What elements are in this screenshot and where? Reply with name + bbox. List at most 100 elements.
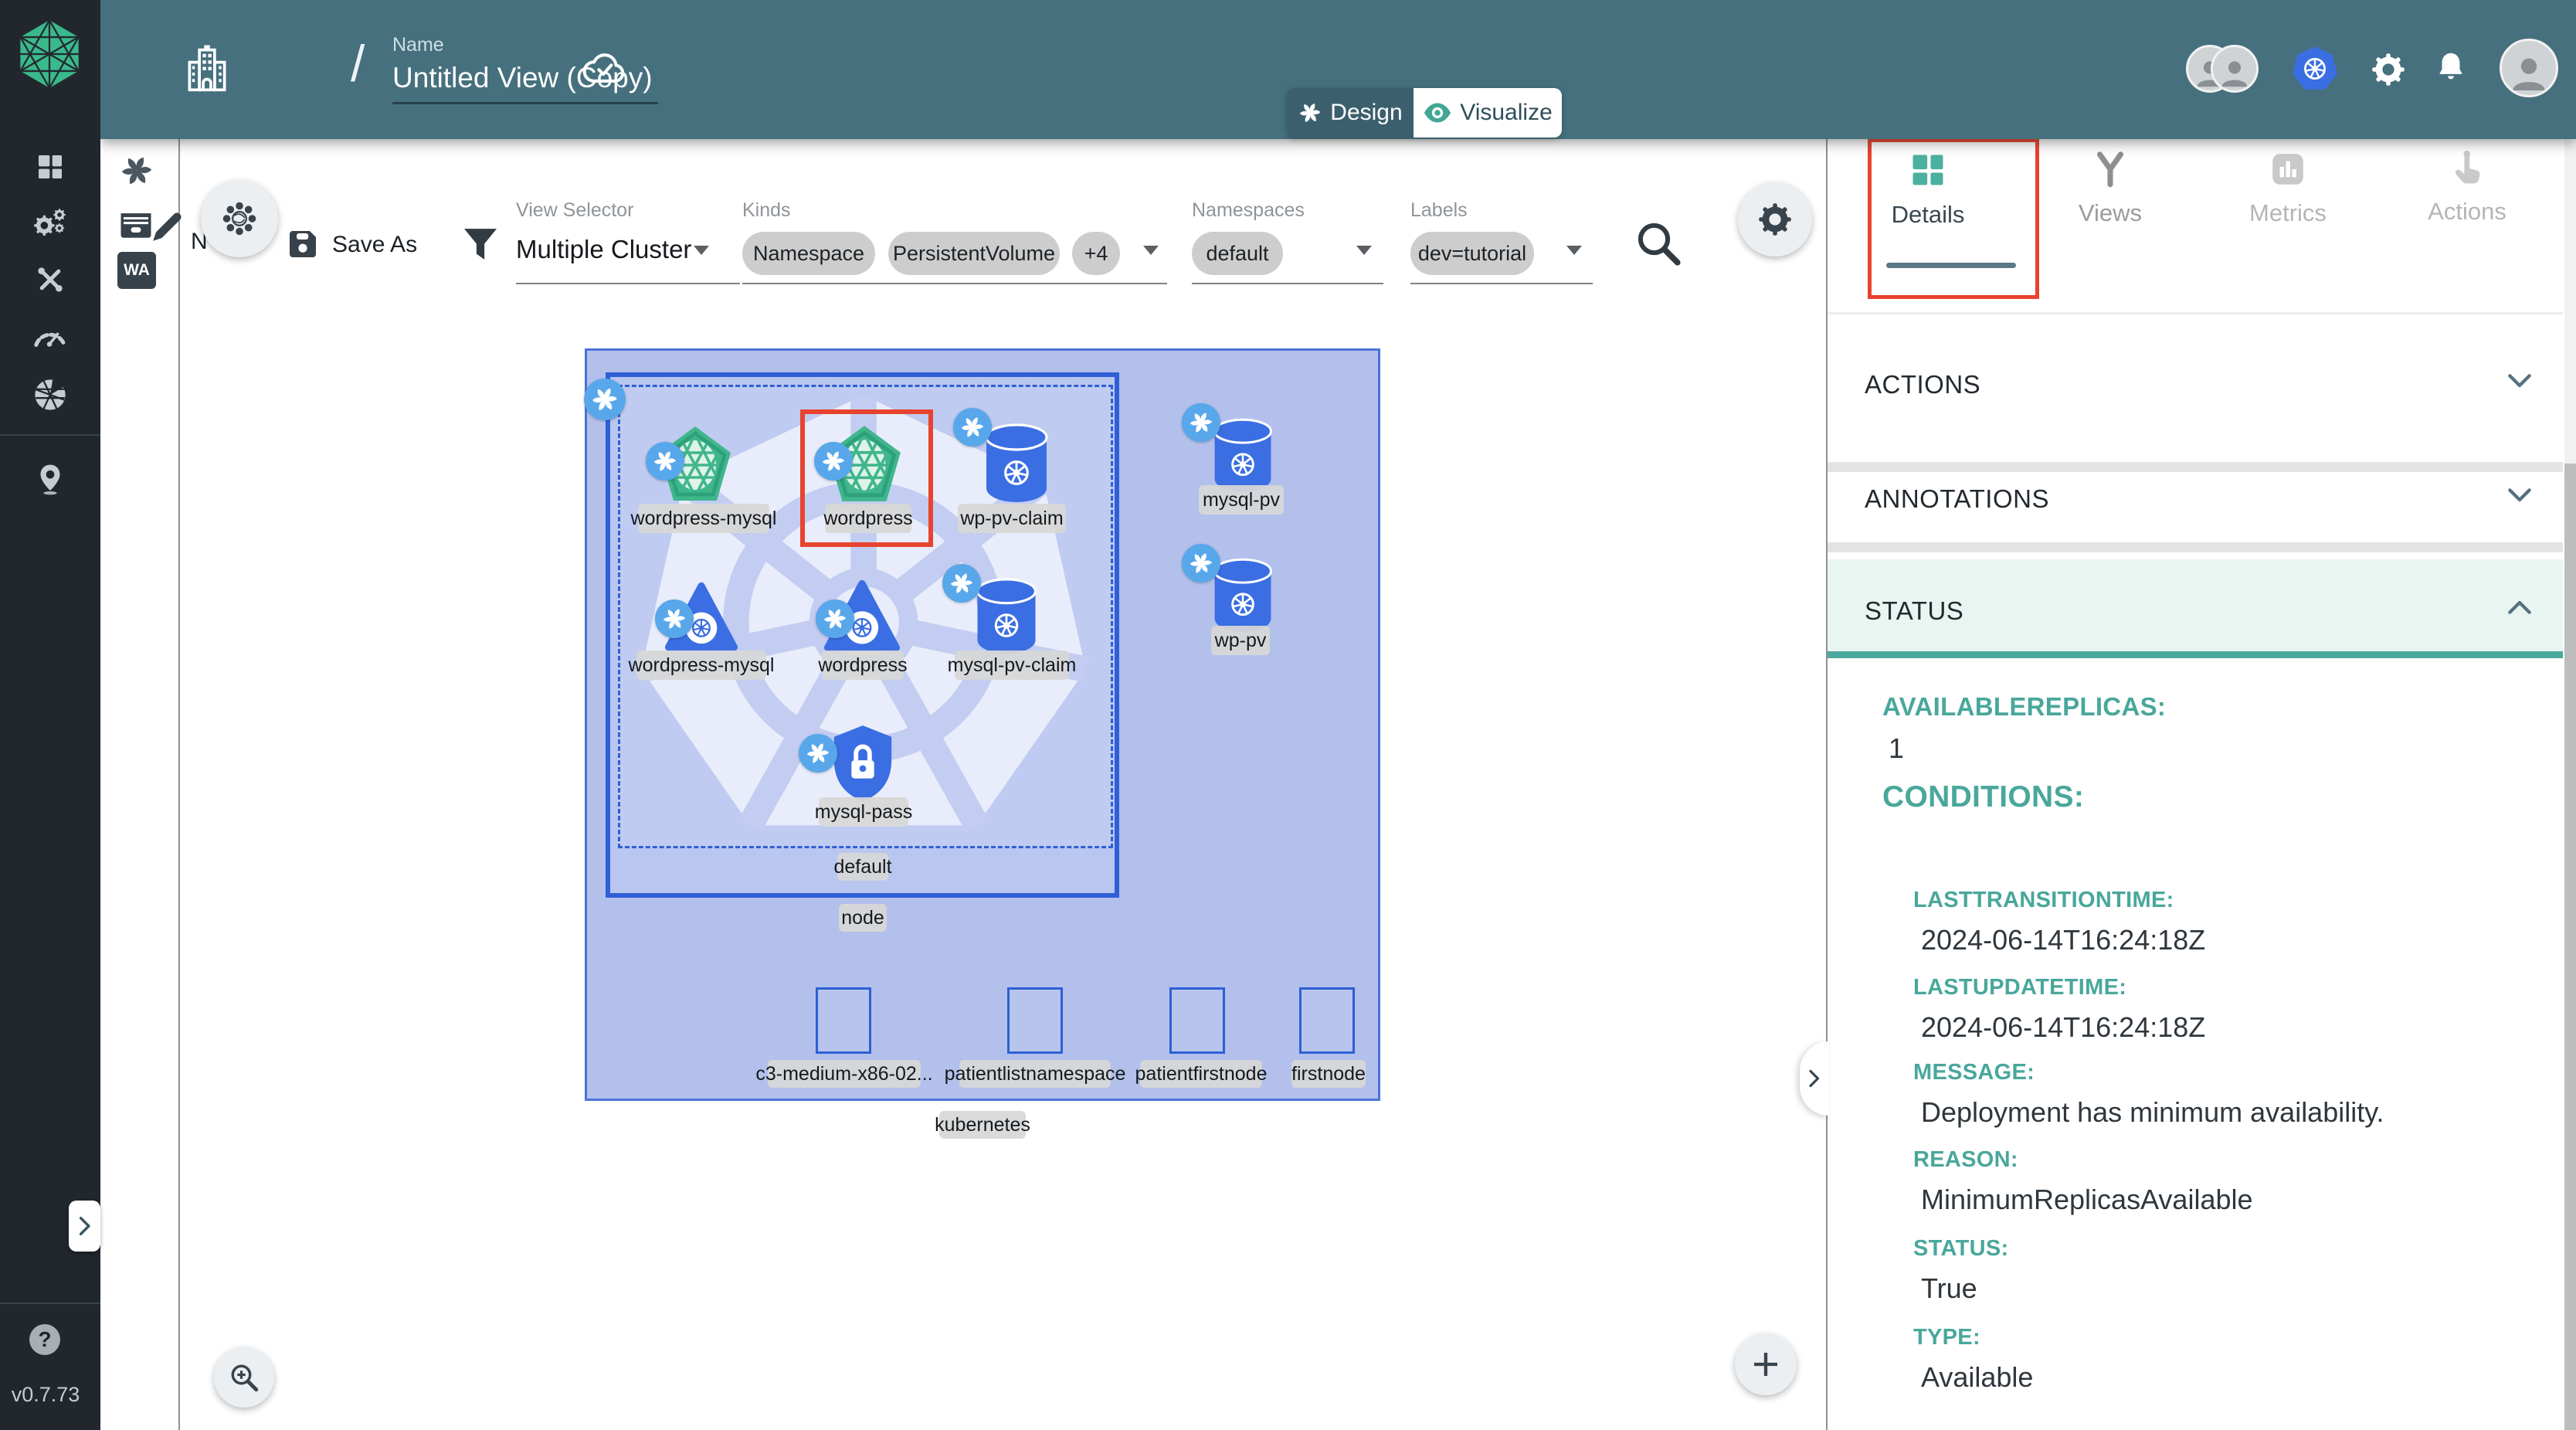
search-icon[interactable]: [1633, 218, 1684, 269]
user-avatar[interactable]: [2500, 39, 2558, 97]
node-label[interactable]: mysql-pv-claim: [955, 650, 1069, 680]
meshery-logo-icon[interactable]: [17, 19, 82, 90]
sidebar-expand-button[interactable]: [69, 1201, 100, 1252]
tab-actions[interactable]: Actions: [2390, 150, 2544, 226]
node-label[interactable]: mysql-pv: [1199, 485, 1284, 515]
name-field-label: Name: [392, 34, 444, 56]
pv-mysql-pv-icon[interactable]: [1210, 417, 1276, 494]
host-square[interactable]: [1299, 987, 1355, 1054]
tab-details[interactable]: Details: [1851, 150, 2005, 229]
view-selector-underline: [516, 283, 740, 284]
add-node-button[interactable]: [1735, 1333, 1797, 1395]
view-selector-label: View Selector: [516, 199, 633, 222]
node-label[interactable]: wordpress-mysql: [636, 650, 766, 680]
section-divider: [1828, 542, 2563, 552]
host-label[interactable]: patientlistnamespace: [959, 1060, 1111, 1088]
kind-chip-namespace[interactable]: Namespace: [742, 232, 875, 275]
actions-flower-button[interactable]: [201, 180, 278, 257]
node-label[interactable]: wordpress-mysql: [638, 504, 769, 533]
sidebar-divider: [0, 434, 100, 436]
secret-mysql-pass-icon[interactable]: [828, 722, 898, 805]
design-label: Design: [1330, 100, 1402, 126]
wasm-filter-icon[interactable]: WA: [117, 252, 156, 289]
save-as-button[interactable]: Save As: [332, 232, 417, 258]
kind-chip-more[interactable]: +4: [1072, 232, 1120, 275]
availablereplicas-value: 1: [1889, 732, 1904, 765]
chevron-right-icon: [1805, 1069, 1824, 1088]
cloud-sync-icon[interactable]: [581, 48, 629, 87]
canvas-settings-button[interactable]: [1738, 182, 1812, 256]
labels-caret-icon[interactable]: [1566, 246, 1582, 255]
active-tab-underline: [1886, 263, 2016, 268]
filter-funnel-icon[interactable]: [459, 222, 502, 266]
notifications-bell-icon[interactable]: [2433, 49, 2469, 85]
pv-wp-pv-icon[interactable]: [1210, 558, 1276, 633]
host-square[interactable]: [816, 987, 871, 1054]
host-label[interactable]: patientfirstnode: [1140, 1060, 1262, 1088]
edit-pencil-icon[interactable]: [148, 207, 187, 246]
organization-icon[interactable]: [184, 43, 230, 93]
help-button[interactable]: ?: [29, 1324, 60, 1355]
kinds-caret-icon[interactable]: [1143, 246, 1159, 255]
section-annotations-label: ANNOTATIONS: [1865, 484, 2049, 514]
person-icon: [2506, 50, 2551, 95]
kind-chip-persistentvolume[interactable]: PersistentVolume: [888, 232, 1060, 275]
sync-badge-icon: [799, 734, 837, 773]
node-label[interactable]: wordpress: [825, 504, 911, 533]
details-panel: Details Views Metrics Actions ACTIONS AN…: [1828, 139, 2576, 1430]
help-glyph: ?: [38, 1327, 51, 1352]
save-icon[interactable]: [284, 226, 321, 263]
lastupdatetime-label: LASTUPDATETIME:: [1913, 975, 2126, 1000]
collaborator-avatar-2[interactable]: [2211, 45, 2259, 93]
host-label[interactable]: firstnode: [1291, 1060, 1366, 1088]
sync-badge-icon: [646, 442, 684, 481]
panel-scrollbar-thumb[interactable]: [2564, 464, 2576, 1430]
details-grid-icon: [1908, 150, 1948, 190]
performance-speedometer-icon[interactable]: [32, 323, 68, 348]
host-label[interactable]: c3-medium-x86-02...: [768, 1060, 921, 1088]
node-label[interactable]: wordpress: [822, 650, 904, 680]
tab-views[interactable]: Views: [2033, 150, 2187, 227]
kubernetes-context-icon[interactable]: [2291, 45, 2339, 93]
view-selector-caret-icon[interactable]: [694, 246, 709, 255]
view-selector-select[interactable]: Multiple Cluster: [516, 235, 691, 264]
message-value: Deployment has minimum availability.: [1921, 1096, 2384, 1129]
cluster-sync-badge-icon[interactable]: [584, 379, 626, 420]
sync-badge-icon: [953, 408, 992, 447]
lastupdatetime-value: 2024-06-14T16:24:18Z: [1921, 1011, 2205, 1044]
label-chip-devtutorial[interactable]: dev=tutorial: [1410, 232, 1534, 275]
designs-pinwheel-icon[interactable]: [119, 153, 154, 189]
node-label[interactable]: wp-pv-claim: [958, 504, 1066, 533]
namespaces-label: Namespaces: [1192, 199, 1305, 222]
host-square[interactable]: [1169, 987, 1225, 1054]
labels-filter-label: Labels: [1410, 199, 1468, 222]
node-label[interactable]: wp-pv: [1211, 626, 1270, 655]
type-value: Available: [1921, 1361, 2033, 1394]
sync-badge-icon: [655, 600, 694, 638]
pvc-wp-pv-claim-icon[interactable]: [981, 423, 1052, 504]
panel-collapse-handle[interactable]: [1800, 1041, 1829, 1116]
zoom-in-button[interactable]: [214, 1347, 274, 1408]
namespace-chip-default[interactable]: default: [1192, 232, 1283, 275]
status-accent-bar: [1828, 651, 2563, 658]
tab-views-label: Views: [2079, 199, 2142, 227]
location-pin-icon[interactable]: [35, 462, 66, 496]
tab-design[interactable]: Design: [1287, 88, 1414, 138]
mesh-adapter-icon[interactable]: [31, 375, 70, 414]
namespaces-caret-icon[interactable]: [1356, 246, 1372, 255]
status-field-value: True: [1921, 1272, 1977, 1305]
node-label[interactable]: mysql-pass: [819, 797, 908, 827]
lifecycle-gears-icon[interactable]: [32, 205, 68, 241]
host-square[interactable]: [1007, 987, 1063, 1054]
configuration-tools-icon[interactable]: [35, 264, 66, 295]
pvc-mysql-pv-claim-icon[interactable]: [970, 578, 1043, 655]
chevron-right-icon: [75, 1216, 95, 1236]
kinds-label: Kinds: [742, 199, 791, 222]
tab-metrics[interactable]: Metrics: [2211, 150, 2365, 227]
labels-underline: [1410, 283, 1593, 284]
tab-visualize[interactable]: Visualize: [1414, 88, 1562, 138]
section-status[interactable]: STATUS: [1828, 559, 2563, 658]
status-field-label: STATUS:: [1913, 1236, 2008, 1262]
dashboard-icon[interactable]: [35, 151, 66, 182]
settings-gear-icon[interactable]: [2370, 51, 2407, 88]
